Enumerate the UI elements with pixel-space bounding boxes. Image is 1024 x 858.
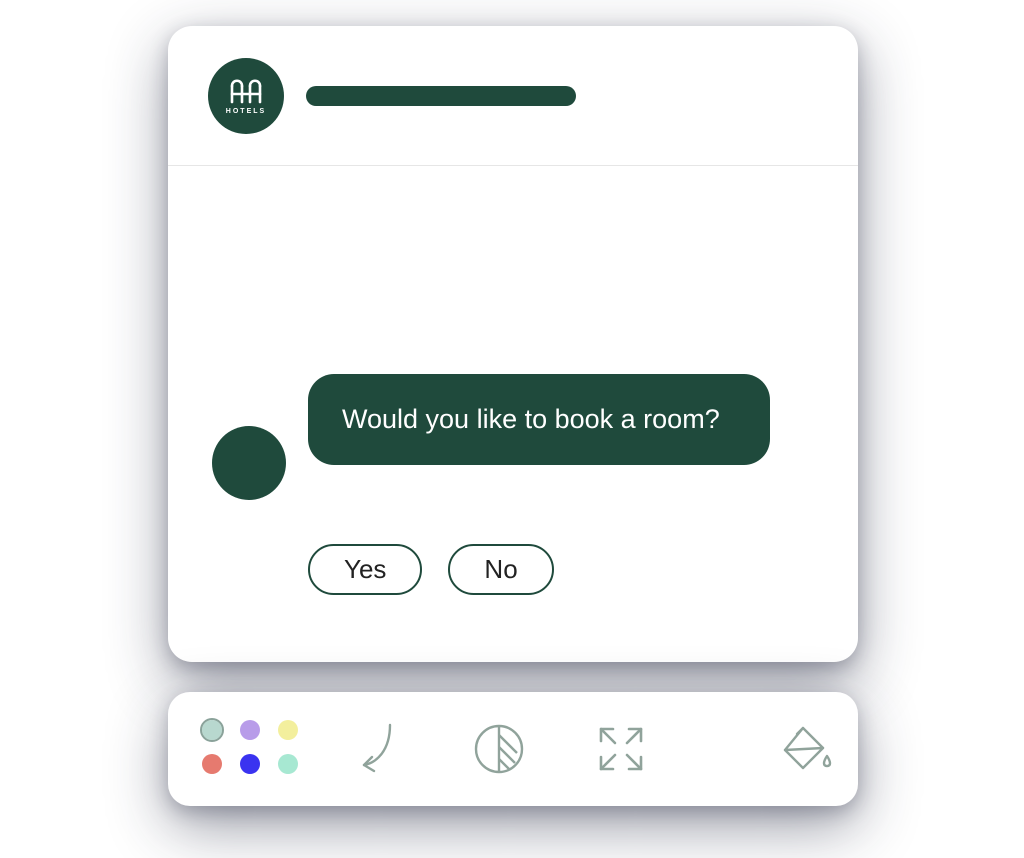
brand-badge: HOTELS bbox=[208, 58, 284, 134]
tool-icons bbox=[348, 720, 836, 778]
swatch-teal[interactable] bbox=[202, 720, 222, 740]
chat-body: Would you like to book a room? Yes No bbox=[168, 166, 858, 662]
reply-no-button[interactable]: No bbox=[448, 544, 553, 595]
swatch-yellow[interactable] bbox=[278, 720, 298, 740]
paint-bucket-icon[interactable] bbox=[778, 720, 836, 778]
color-palette bbox=[202, 720, 302, 778]
hotels-logo-icon bbox=[228, 76, 264, 106]
style-toolbar bbox=[168, 692, 858, 806]
reply-yes-button[interactable]: Yes bbox=[308, 544, 422, 595]
swatch-red[interactable] bbox=[202, 754, 222, 774]
swatch-mint[interactable] bbox=[278, 754, 298, 774]
curve-arrow-icon[interactable] bbox=[348, 720, 406, 778]
swatch-violet[interactable] bbox=[240, 720, 260, 740]
title-placeholder bbox=[306, 86, 576, 106]
contrast-icon[interactable] bbox=[470, 720, 528, 778]
expand-icon[interactable] bbox=[592, 720, 650, 778]
chat-window: HOTELS Would you like to book a room? Ye… bbox=[168, 26, 858, 662]
chat-header: HOTELS bbox=[168, 26, 858, 166]
brand-sublabel: HOTELS bbox=[226, 108, 266, 115]
bot-message: Would you like to book a room? bbox=[308, 374, 770, 465]
canvas: HOTELS Would you like to book a room? Ye… bbox=[0, 0, 1024, 858]
swatch-blue[interactable] bbox=[240, 754, 260, 774]
quick-replies: Yes No bbox=[308, 544, 554, 595]
bot-avatar bbox=[212, 426, 286, 500]
